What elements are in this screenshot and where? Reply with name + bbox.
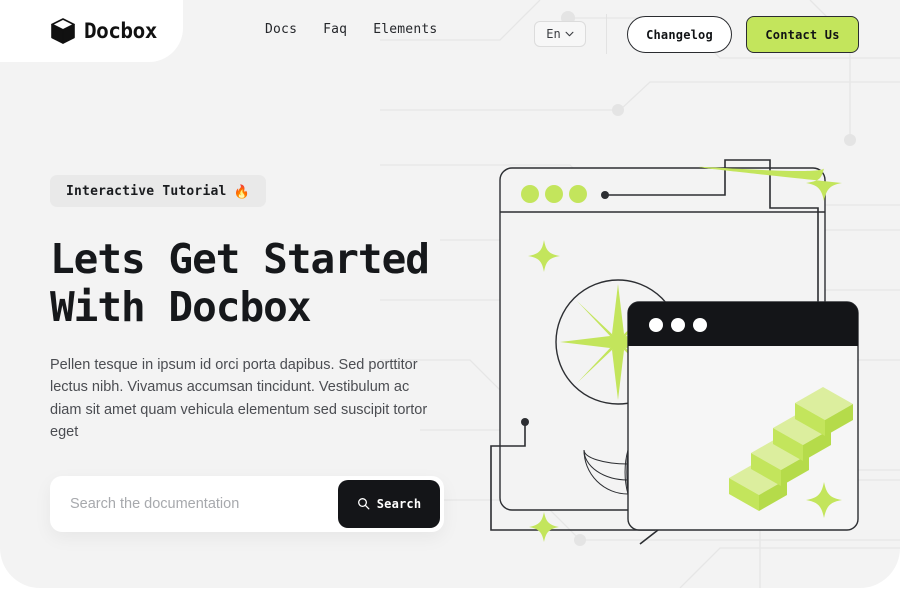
- page-root: Interactive Tutorial 🔥 Lets Get Started …: [0, 0, 900, 600]
- logo[interactable]: Docbox: [0, 0, 183, 62]
- logo-text: Docbox: [84, 18, 157, 43]
- search-button-label: Search: [376, 496, 422, 511]
- language-selector[interactable]: En: [534, 21, 586, 47]
- interactive-tutorial-badge: Interactive Tutorial 🔥: [50, 175, 266, 207]
- hero-illustration: [490, 159, 859, 545]
- site-header: Docbox Docs Faq Elements En Changelog Co…: [0, 0, 900, 68]
- nav-link-docs[interactable]: Docs: [265, 22, 297, 37]
- search-button[interactable]: Search: [338, 479, 440, 528]
- illustration-connector-dot-bottom: [521, 418, 529, 426]
- chevron-down-icon: [565, 31, 574, 37]
- fire-emoji-icon: 🔥: [233, 183, 250, 199]
- contact-us-button[interactable]: Contact Us: [746, 16, 859, 53]
- search-input[interactable]: [70, 495, 340, 512]
- nav-link-faq[interactable]: Faq: [323, 22, 347, 37]
- search-bar: Search: [50, 475, 444, 532]
- nav-link-elements[interactable]: Elements: [373, 22, 437, 37]
- badge-label: Interactive Tutorial: [66, 183, 227, 199]
- cube-icon: [51, 17, 75, 44]
- main-nav: Docs Faq Elements: [265, 22, 437, 37]
- hero-content: Interactive Tutorial 🔥 Lets Get Started …: [50, 175, 460, 532]
- header-divider: [606, 14, 607, 54]
- hero-description: Pellen tesque in ipsum id orci porta dap…: [50, 356, 428, 441]
- hero-section: Interactive Tutorial 🔥 Lets Get Started …: [0, 0, 900, 588]
- illustration-connector-dot-top: [601, 191, 609, 199]
- language-value: En: [546, 27, 561, 41]
- changelog-button[interactable]: Changelog: [627, 16, 732, 53]
- page-title: Lets Get Started With Docbox: [50, 235, 430, 332]
- search-icon: [357, 498, 370, 510]
